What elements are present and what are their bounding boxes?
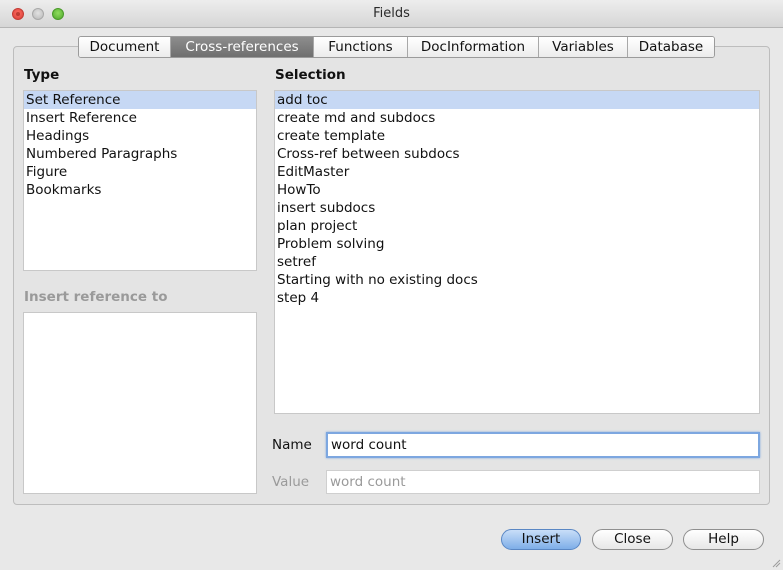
value-label: Value: [272, 474, 310, 490]
type-heading: Type: [24, 67, 60, 83]
window-title: Fields: [373, 6, 410, 21]
type-item-set-reference[interactable]: Set Reference: [24, 91, 256, 109]
name-input[interactable]: [326, 432, 760, 458]
selection-item[interactable]: Starting with no existing docs: [275, 271, 759, 289]
tab-cross-references[interactable]: Cross-references: [171, 37, 314, 57]
selection-heading: Selection: [275, 67, 346, 83]
tab-functions[interactable]: Functions: [314, 37, 408, 57]
value-input: [326, 470, 760, 494]
selection-list[interactable]: add toc create md and subdocs create tem…: [274, 90, 760, 414]
help-button[interactable]: Help: [683, 529, 764, 550]
type-list[interactable]: Set Reference Insert Reference Headings …: [23, 90, 257, 271]
tab-document[interactable]: Document: [79, 37, 171, 57]
type-item-headings[interactable]: Headings: [24, 127, 256, 145]
tab-variables[interactable]: Variables: [539, 37, 628, 57]
resize-grip-icon[interactable]: [771, 558, 781, 568]
title-bar: Fields: [0, 0, 783, 28]
tab-bar: Document Cross-references Functions DocI…: [78, 36, 715, 58]
selection-item[interactable]: create template: [275, 127, 759, 145]
type-item-figure[interactable]: Figure: [24, 163, 256, 181]
selection-item[interactable]: setref: [275, 253, 759, 271]
selection-item[interactable]: EditMaster: [275, 163, 759, 181]
type-item-insert-reference[interactable]: Insert Reference: [24, 109, 256, 127]
close-button[interactable]: Close: [592, 529, 673, 550]
insert-button[interactable]: Insert: [501, 529, 581, 550]
selection-item[interactable]: HowTo: [275, 181, 759, 199]
name-label: Name: [272, 437, 312, 453]
insert-reference-to-list[interactable]: [23, 312, 257, 494]
type-item-bookmarks[interactable]: Bookmarks: [24, 181, 256, 199]
selection-item[interactable]: Problem solving: [275, 235, 759, 253]
selection-item[interactable]: insert subdocs: [275, 199, 759, 217]
selection-item[interactable]: step 4: [275, 289, 759, 307]
selection-item[interactable]: plan project: [275, 217, 759, 235]
selection-item[interactable]: create md and subdocs: [275, 109, 759, 127]
insert-reference-to-heading: Insert reference to: [24, 289, 168, 305]
tab-docinformation[interactable]: DocInformation: [408, 37, 539, 57]
selection-item-add-toc[interactable]: add toc: [275, 91, 759, 109]
type-item-numbered-paragraphs[interactable]: Numbered Paragraphs: [24, 145, 256, 163]
selection-item[interactable]: Cross-ref between subdocs: [275, 145, 759, 163]
tab-database[interactable]: Database: [628, 37, 714, 57]
